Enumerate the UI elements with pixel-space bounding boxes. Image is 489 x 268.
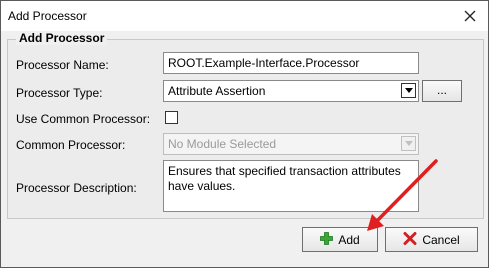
common-processor-label: Common Processor: <box>16 138 126 152</box>
add-processor-dialog: Add Processor Add Processor Processor Na… <box>0 0 489 268</box>
close-icon[interactable] <box>460 6 480 26</box>
title-bar: Add Processor <box>1 1 488 31</box>
group-title: Add Processor <box>16 31 108 45</box>
common-processor-select[interactable]: No Module Selected <box>163 133 419 155</box>
processor-type-label: Processor Type: <box>16 86 103 100</box>
chevron-down-icon <box>401 136 416 151</box>
processor-type-value: Attribute Assertion <box>168 84 266 98</box>
processor-description-label: Processor Description: <box>16 181 137 195</box>
add-button-label: Add <box>338 233 360 247</box>
plus-icon <box>320 232 334 248</box>
use-common-processor-checkbox[interactable] <box>165 111 178 124</box>
common-processor-value: No Module Selected <box>168 137 277 151</box>
processor-type-select[interactable]: Attribute Assertion <box>163 80 419 102</box>
chevron-down-icon[interactable] <box>401 83 416 98</box>
browse-processor-type-button[interactable]: ... <box>422 80 462 102</box>
window-title: Add Processor <box>8 9 87 23</box>
processor-name-label: Processor Name: <box>16 58 109 72</box>
processor-name-field[interactable]: ROOT.Example-Interface.Processor <box>163 52 419 74</box>
use-common-processor-label: Use Common Processor: <box>16 112 151 126</box>
annotation-arrow-icon <box>367 159 438 231</box>
